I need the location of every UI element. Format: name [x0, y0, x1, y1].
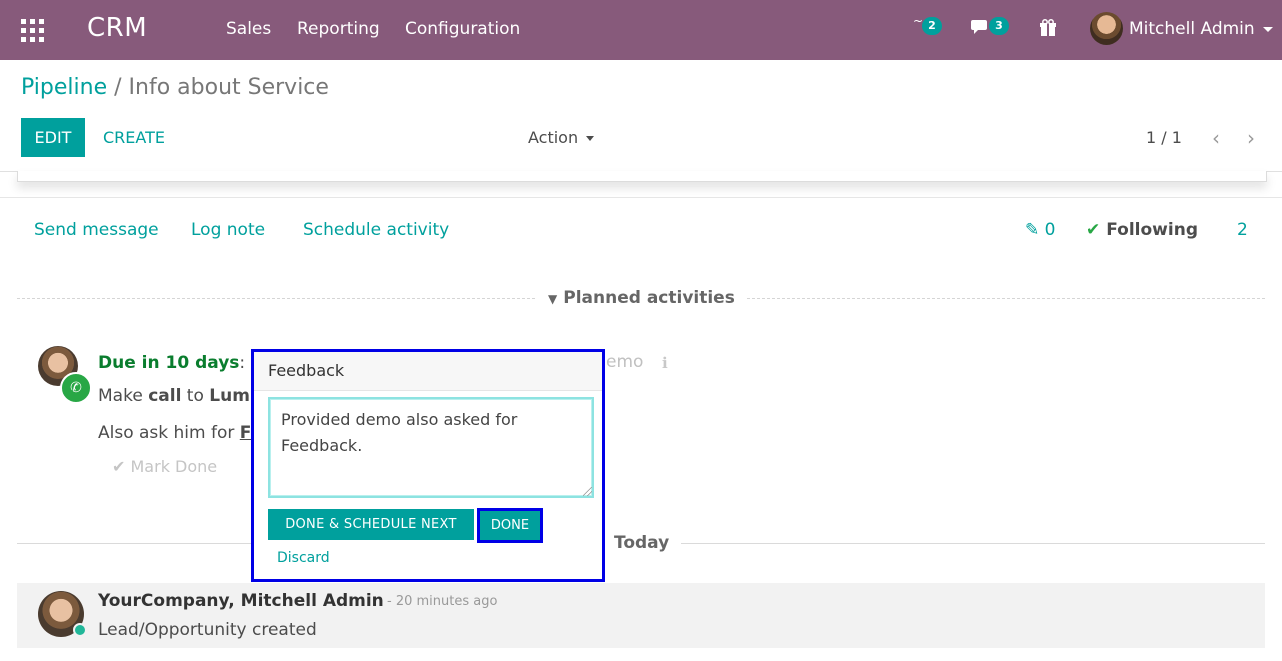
activity-line1-prefix: Make [98, 386, 149, 406]
activity-summary-fragment: emo [606, 352, 644, 372]
activity-summary-line: Make call to Lum [98, 386, 250, 406]
attachments-button[interactable]: ✎ 0 [1025, 220, 1055, 240]
message-item: YourCompany, Mitchell Admin - 20 minutes… [17, 583, 1265, 648]
following-label: Following [1106, 220, 1198, 240]
popover-header: Feedback [254, 352, 602, 391]
user-menu[interactable]: Mitchell Admin [1129, 19, 1255, 39]
message-date: - 20 minutes ago [387, 594, 498, 609]
paperclip-icon: ✎ [1025, 220, 1040, 240]
done-schedule-next-button[interactable]: DONE & SCHEDULE NEXT [268, 509, 474, 540]
create-button[interactable]: CREATE [103, 128, 165, 147]
activity-badge: 2 [922, 17, 942, 35]
menu-configuration[interactable]: Configuration [405, 19, 520, 39]
activity-due-suffix: : [239, 353, 246, 373]
activity-line2-prefix: Also ask him for [98, 423, 240, 443]
message-author[interactable]: YourCompany, Mitchell Admin [98, 591, 384, 611]
message-body: Lead/Opportunity created [98, 620, 317, 640]
edit-button[interactable]: EDIT [21, 118, 85, 157]
check-icon: ✔ [112, 457, 126, 476]
planned-activities-toggle[interactable]: ▼ Planned activities [536, 288, 747, 308]
breadcrumb-current: Info about Service [128, 75, 329, 100]
discard-link[interactable]: Discard [277, 550, 330, 566]
planned-activities-label: Planned activities [563, 288, 735, 308]
check-icon: ✔ [1086, 220, 1101, 240]
caret-down-icon[interactable] [1263, 27, 1273, 32]
pager-value[interactable]: 1 / 1 [1146, 128, 1182, 147]
activity-due-label: Due in 10 days: [98, 353, 245, 373]
following-button[interactable]: ✔ Following [1086, 220, 1198, 240]
menu-reporting[interactable]: Reporting [297, 19, 380, 39]
caret-down-icon [586, 136, 595, 141]
breadcrumb-separator: / [114, 75, 122, 100]
log-note-button[interactable]: Log note [191, 220, 265, 240]
messages-badge: 3 [989, 17, 1009, 35]
feedback-popover: Feedback Provided demo also asked for Fe… [251, 349, 605, 582]
mark-done-label: Mark Done [130, 457, 218, 476]
chevron-left-icon[interactable]: ‹ [1212, 126, 1220, 150]
activity-line1-mid: to [181, 386, 210, 406]
apps-menu-icon[interactable] [21, 19, 44, 42]
done-button[interactable]: DONE [477, 508, 543, 543]
schedule-activity-button[interactable]: Schedule activity [303, 220, 449, 240]
chevron-right-icon[interactable]: › [1247, 126, 1255, 150]
app-brand[interactable]: CRM [87, 13, 147, 43]
resize-handle-icon[interactable] [583, 487, 592, 496]
popover-title: Feedback [268, 361, 345, 380]
today-label: Today [602, 533, 682, 553]
activity-note-line: Also ask him for F [98, 423, 251, 443]
top-navbar: CRM Sales Reporting Configuration ~ 2 3 … [0, 0, 1282, 60]
mark-done-button[interactable]: ✔ Mark Done [112, 457, 217, 476]
activity-note-emphasis: F [239, 423, 252, 443]
activity-contact: Lum [209, 386, 250, 406]
action-label: Action [528, 128, 579, 147]
activity-due-text: Due in 10 days [98, 353, 240, 373]
messages-icon[interactable] [971, 18, 991, 41]
action-dropdown[interactable]: Action [528, 128, 595, 147]
breadcrumb: Pipeline / Info about Service [21, 75, 329, 100]
online-status-icon [73, 623, 87, 637]
form-sheet-bottom [17, 171, 1267, 182]
control-panel: Pipeline / Info about Service EDIT CREAT… [0, 60, 1282, 172]
menu-sales[interactable]: Sales [226, 19, 271, 39]
info-icon[interactable]: ℹ [662, 354, 668, 372]
send-message-button[interactable]: Send message [34, 220, 159, 240]
feedback-textarea[interactable]: Provided demo also asked for Feedback. [268, 397, 594, 498]
caret-down-icon: ▼ [548, 292, 558, 306]
attachments-count: 0 [1044, 220, 1056, 240]
chatter: Send message Log note Schedule activity … [0, 197, 1282, 661]
gift-icon[interactable] [1039, 19, 1057, 42]
phone-icon: ✆ [60, 372, 92, 404]
activity-type: call [148, 386, 182, 406]
followers-count[interactable]: 2 [1237, 220, 1248, 240]
user-avatar[interactable] [1090, 12, 1123, 45]
breadcrumb-pipeline[interactable]: Pipeline [21, 75, 107, 100]
